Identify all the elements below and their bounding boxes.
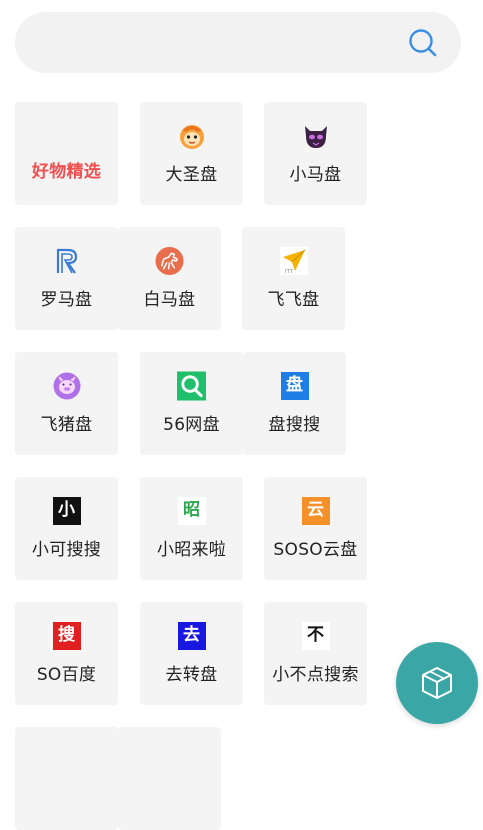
tile-xiaomapan[interactable]: 小马盘	[264, 102, 367, 205]
magnifier-q-icon	[177, 371, 206, 400]
tile-soso-yunpan[interactable]: 云 SOSO云盘	[264, 477, 367, 580]
pan-char-glyph: 盘	[280, 371, 309, 400]
tile-baimapan[interactable]: 白马盘	[118, 227, 221, 330]
tile-label: 小不点搜索	[272, 665, 359, 685]
pig-icon	[52, 371, 81, 400]
tile-xiaozhaolaila[interactable]: 昭 小昭来啦	[140, 477, 243, 580]
search-bar	[15, 12, 461, 75]
tile-luomapan[interactable]: 罗马盘	[15, 227, 118, 330]
tile-label: 飞飞盘	[267, 290, 320, 310]
tile-label: 大圣盘	[165, 165, 218, 185]
package-box-icon	[422, 667, 452, 699]
horse-icon	[155, 246, 184, 275]
package-fab-button[interactable]	[396, 642, 478, 724]
sou-char-glyph: 搜	[52, 621, 81, 650]
tile-xiaobudian-sousuo[interactable]: 不 小不点搜索	[264, 602, 367, 705]
tile-haowu-jingxuan[interactable]: 好物精选	[15, 102, 118, 205]
tile-row6-partial[interactable]	[118, 727, 221, 830]
search-button[interactable]	[405, 26, 441, 60]
tile-xiaokesousou[interactable]: 小 小可搜搜	[15, 477, 118, 580]
xiao-char-icon: 小	[52, 496, 81, 525]
sou-char-icon: 搜	[52, 621, 81, 650]
tile-label: 小可搜搜	[31, 540, 102, 560]
tile-label: 56网盘	[163, 415, 220, 435]
qu-char-glyph: 去	[177, 621, 206, 650]
zhao-char-icon: 昭	[177, 496, 206, 525]
tile-so-baidu[interactable]: 搜 SO百度	[15, 602, 118, 705]
qu-char-icon: 去	[177, 621, 206, 650]
tile-pansousou[interactable]: 盘 盘搜搜	[243, 352, 346, 455]
tile-feifeipan[interactable]: ᒥᒥᒥ 飞飞盘	[242, 227, 345, 330]
purple-devil-icon	[301, 121, 330, 150]
pan-char-icon: 盘	[280, 371, 309, 400]
bu-char-glyph: 不	[301, 621, 330, 650]
r-logo-icon	[52, 246, 81, 275]
tile-dashengpan[interactable]: 大圣盘	[140, 102, 243, 205]
tile-label: 白马盘	[143, 290, 196, 310]
tile-label: 小马盘	[289, 165, 342, 185]
tile-feizhupan[interactable]: 飞猪盘	[15, 352, 118, 455]
tile-label: 盘搜搜	[268, 415, 321, 435]
tile-label: 罗马盘	[40, 290, 93, 310]
tile-label: 去转盘	[165, 665, 218, 685]
zhao-char-glyph: 昭	[177, 496, 206, 525]
svg-text:ᒥᒥᒥ: ᒥᒥᒥ	[285, 269, 294, 275]
tile-quzhuanpan[interactable]: 去 去转盘	[140, 602, 243, 705]
tile-label: SOSO云盘	[273, 540, 358, 560]
monkey-king-icon	[177, 121, 206, 150]
tile-56wangpan[interactable]: 56网盘	[140, 352, 243, 455]
search-input[interactable]	[41, 12, 405, 75]
tile-label: SO百度	[36, 665, 97, 685]
tile-row6-partial[interactable]	[15, 727, 118, 830]
tile-label: 飞猪盘	[40, 415, 93, 435]
search-icon	[409, 29, 437, 57]
yun-char-glyph: 云	[301, 496, 330, 525]
tile-label: 好物精选	[31, 162, 102, 182]
bu-char-icon: 不	[301, 621, 330, 650]
paper-plane-icon: ᒥᒥᒥ	[279, 246, 308, 275]
xiao-char-glyph: 小	[52, 496, 81, 525]
yun-char-icon: 云	[301, 496, 330, 525]
tile-label: 小昭来啦	[156, 540, 227, 560]
